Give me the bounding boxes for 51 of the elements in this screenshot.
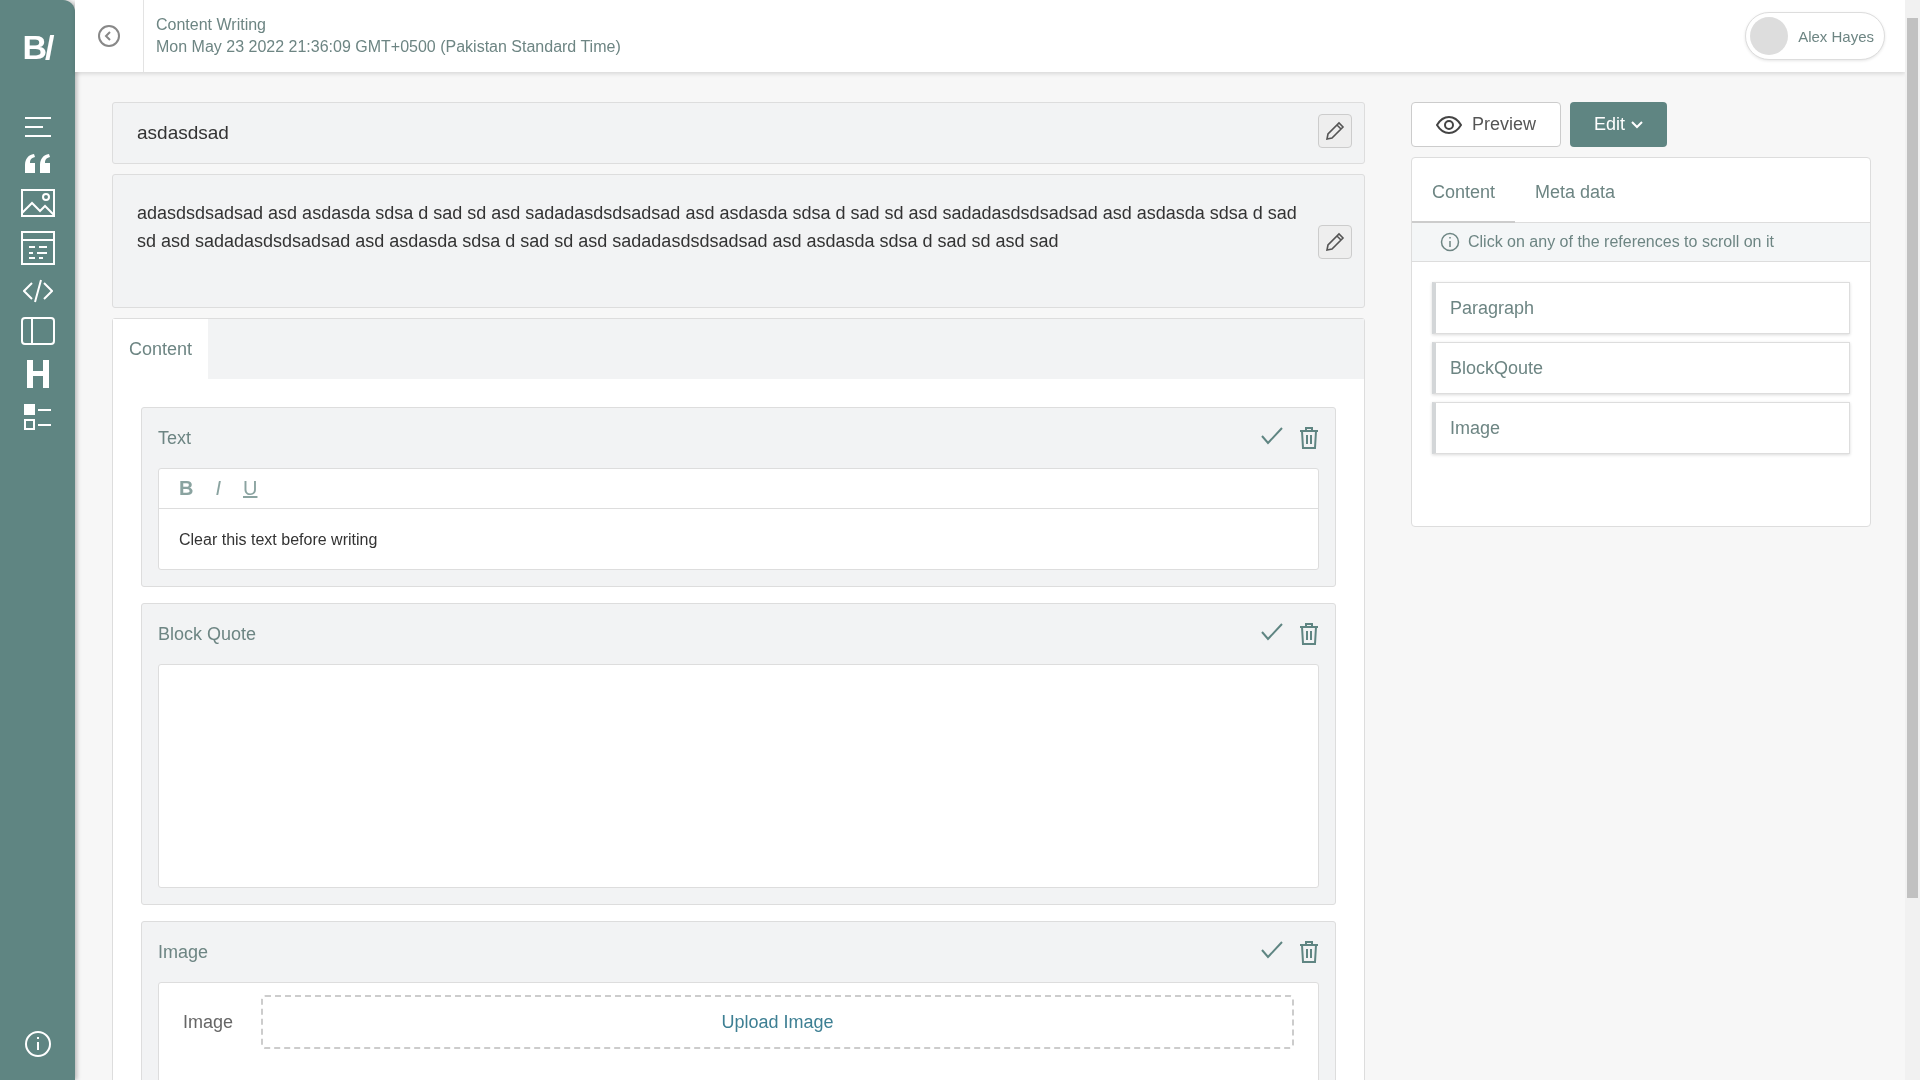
back-icon[interactable] bbox=[97, 24, 121, 48]
checklist-icon[interactable] bbox=[22, 403, 53, 431]
hint-text: Click on any of the references to scroll on it bbox=[1468, 233, 1774, 251]
format-button[interactable]: U bbox=[243, 477, 258, 500]
text-editor[interactable]: B I U Clear this text before writing bbox=[158, 468, 1319, 570]
timestamp: Mon May 23 2022 21:36:09 GMT+0500 (Pakistan Standard Time) bbox=[156, 38, 622, 56]
user-menu[interactable]: Alex Hayes bbox=[1745, 12, 1885, 60]
format-button[interactable]: I bbox=[215, 477, 221, 500]
trash-icon[interactable] bbox=[1299, 941, 1319, 963]
reference-item[interactable]: BlockQoute bbox=[1432, 342, 1850, 394]
quote-icon[interactable] bbox=[23, 153, 52, 175]
check-icon[interactable] bbox=[1261, 623, 1283, 641]
eye-icon bbox=[1436, 115, 1462, 134]
scrollbar[interactable] bbox=[1905, 0, 1920, 1080]
avatar bbox=[1750, 17, 1789, 55]
block-title: Image bbox=[158, 941, 210, 963]
logo: B/ bbox=[22, 28, 53, 67]
editor-tab[interactable]: Content bbox=[113, 319, 209, 379]
chevron-down-icon bbox=[1631, 120, 1644, 129]
check-icon[interactable] bbox=[1261, 427, 1283, 445]
format-button[interactable]: B bbox=[179, 477, 194, 500]
edit-description-button[interactable] bbox=[1318, 225, 1352, 259]
scrollbar-thumb[interactable] bbox=[1907, 18, 1918, 898]
quote-input-field[interactable] bbox=[158, 664, 1319, 888]
editor-text: Clear this text before writing bbox=[178, 530, 379, 550]
trash-icon[interactable] bbox=[1299, 427, 1319, 449]
document-title: asdasdsad bbox=[137, 121, 230, 145]
block-title: Text bbox=[158, 427, 192, 449]
image-icon[interactable] bbox=[20, 189, 55, 217]
info-icon bbox=[1440, 232, 1460, 252]
info-icon[interactable] bbox=[23, 1030, 52, 1058]
edit-title-button[interactable] bbox=[1318, 114, 1352, 148]
upload-image-button[interactable]: Upload Image bbox=[261, 995, 1294, 1049]
document-description: adasdsdsadsad asd asdasda sdsa d sad sd asd sadadasdsdsadsad asd asdasda sdsa d sad sd asd sadadasdsdsadsad asd asdasda sdsa d sad sd asd sadadasdsdsadsad asd asdasda sdsa d sad sd asd sadadasdsdsadsad asd asdasda sdsa d sad sd asd sad bbox=[137, 202, 1298, 253]
check-icon[interactable] bbox=[1261, 941, 1283, 959]
edit-button[interactable]: Edit bbox=[1570, 102, 1668, 147]
field-label: Image bbox=[183, 1011, 234, 1033]
block-title: Block Quote bbox=[158, 623, 258, 645]
page-title: Content Writing bbox=[156, 16, 267, 34]
pencil-icon bbox=[1325, 121, 1345, 141]
preview-button[interactable]: Preview bbox=[1411, 102, 1562, 147]
layout-icon[interactable] bbox=[20, 317, 55, 345]
reference-item[interactable]: Paragraph bbox=[1432, 282, 1850, 334]
reference-item[interactable]: Image bbox=[1432, 402, 1850, 454]
pencil-icon bbox=[1325, 232, 1345, 252]
code-icon[interactable] bbox=[22, 279, 53, 303]
panel-tab[interactable]: Meta data bbox=[1515, 158, 1636, 223]
paragraph-icon[interactable] bbox=[22, 115, 53, 139]
trash-icon[interactable] bbox=[1299, 623, 1319, 645]
heading-icon[interactable] bbox=[25, 359, 50, 389]
table-icon[interactable] bbox=[20, 231, 55, 265]
